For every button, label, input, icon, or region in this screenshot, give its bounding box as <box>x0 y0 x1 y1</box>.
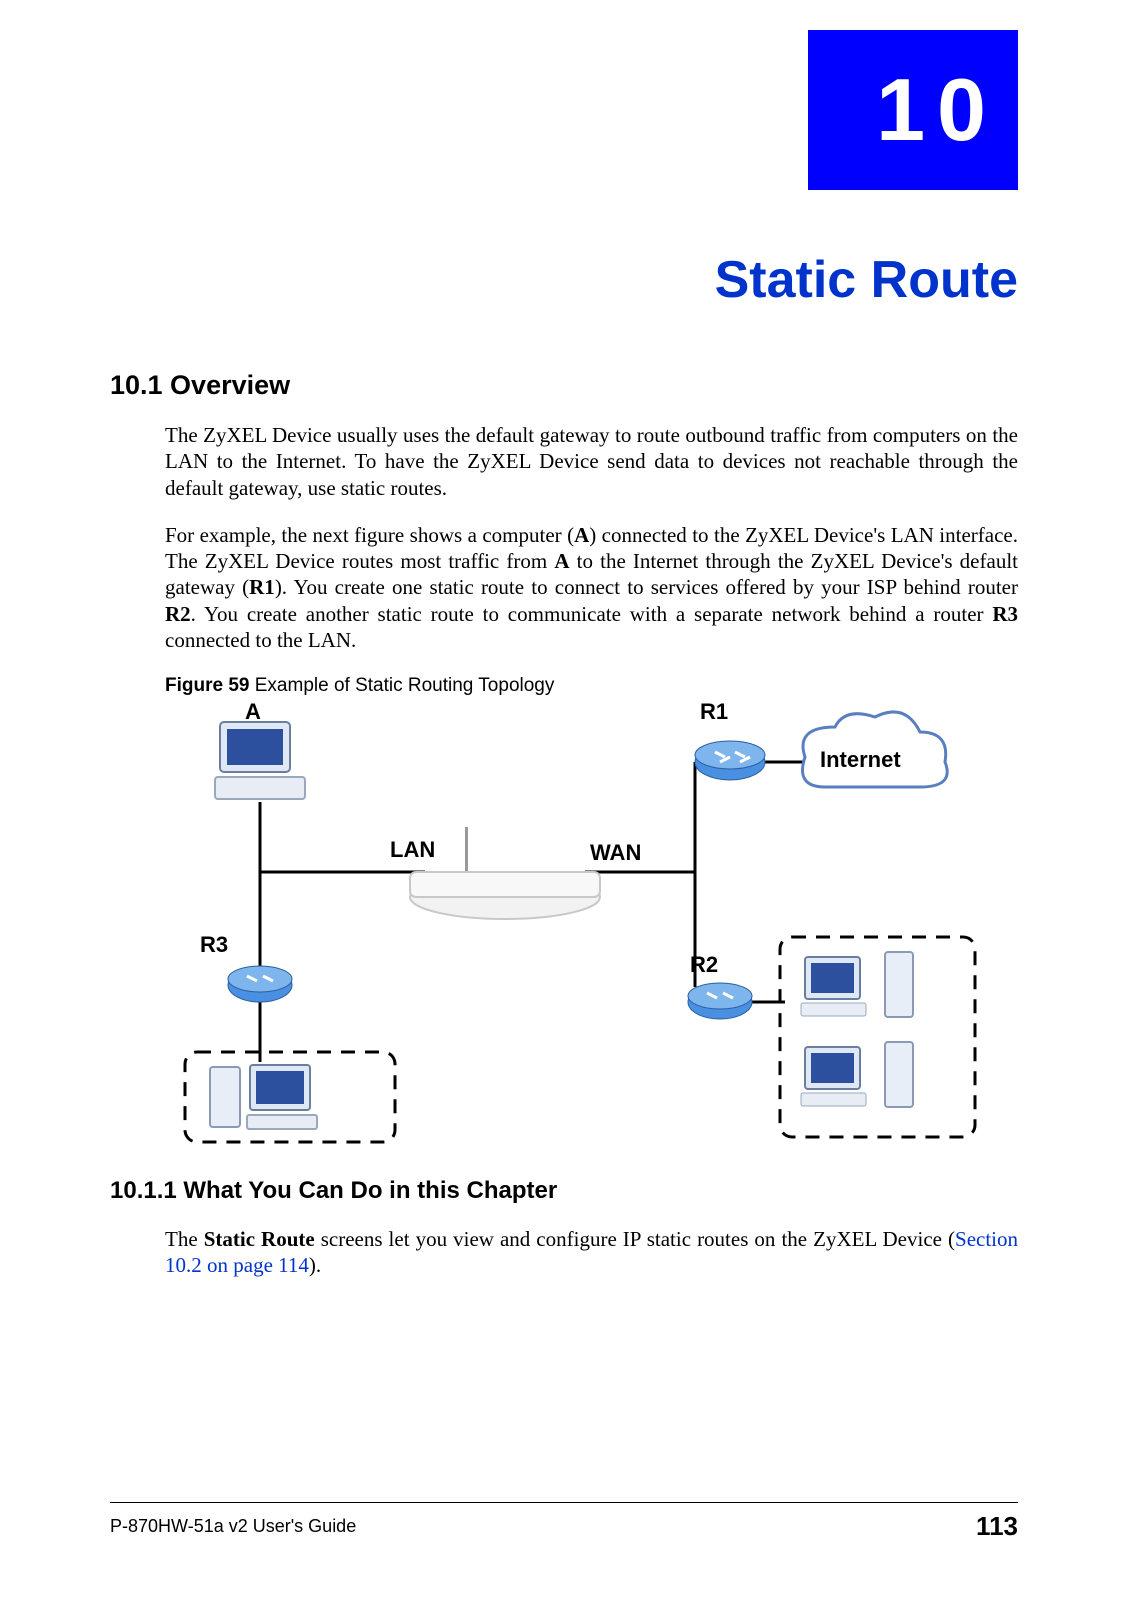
text-span: ). You create one static route to connec… <box>275 575 1018 599</box>
section-heading-overview: 10.1 Overview <box>110 370 1018 401</box>
text-bold: A <box>554 549 569 573</box>
footer-guide-title: P-870HW-51a v2 User's Guide <box>110 1516 356 1537</box>
text-span: connected to the LAN. <box>165 628 356 652</box>
chapter-number: 10 <box>876 59 998 161</box>
network-topology-diagram: A R1 Internet LAN WAN R3 R2 <box>165 707 985 1147</box>
text-bold: R3 <box>992 602 1018 626</box>
computer-a-icon <box>215 722 305 799</box>
text-bold: Static Route <box>204 1227 315 1251</box>
diagram-label-r2: R2 <box>690 952 718 978</box>
diagram-label-lan: LAN <box>390 837 435 863</box>
text-span: screens let you view and configure IP st… <box>315 1227 955 1251</box>
zyxel-router-icon <box>410 827 600 919</box>
overview-para-2: For example, the next figure shows a com… <box>165 522 1018 653</box>
text-bold: A <box>574 523 589 547</box>
figure-label-title: Example of Static Routing Topology <box>249 675 554 696</box>
diagram-svg <box>165 707 985 1147</box>
what-you-can-do-para: The Static Route screens let you view an… <box>165 1226 1018 1279</box>
text-bold: R2 <box>165 602 191 626</box>
figure-caption: Figure 59 Example of Static Routing Topo… <box>165 675 1018 697</box>
router-r2-icon <box>688 983 752 1019</box>
text-span: For example, the next figure shows a com… <box>165 523 574 547</box>
text-bold: R1 <box>249 575 275 599</box>
chapter-title: Static Route <box>110 250 1018 310</box>
footer-page-number: 113 <box>976 1511 1018 1542</box>
overview-para-1: The ZyXEL Device usually uses the defaul… <box>165 422 1018 501</box>
router-r3-icon <box>228 966 292 1002</box>
diagram-label-wan: WAN <box>590 840 641 866</box>
text-span: . You create another static route to com… <box>191 602 993 626</box>
network-r3-group <box>185 1052 395 1142</box>
diagram-label-internet: Internet <box>820 747 901 773</box>
diagram-label-a: A <box>245 699 261 725</box>
router-r1-icon <box>695 741 765 780</box>
chapter-number-box: 10 <box>808 30 1018 190</box>
section-heading-what-you-can-do: 10.1.1 What You Can Do in this Chapter <box>110 1177 1018 1205</box>
text-span: ). <box>309 1253 321 1277</box>
figure-label-number: Figure 59 <box>165 675 249 696</box>
diagram-label-r3: R3 <box>200 932 228 958</box>
network-r2-group <box>780 937 975 1137</box>
diagram-label-r1: R1 <box>700 699 728 725</box>
text-span: The <box>165 1227 204 1251</box>
page-footer: P-870HW-51a v2 User's Guide 113 <box>110 1502 1018 1542</box>
